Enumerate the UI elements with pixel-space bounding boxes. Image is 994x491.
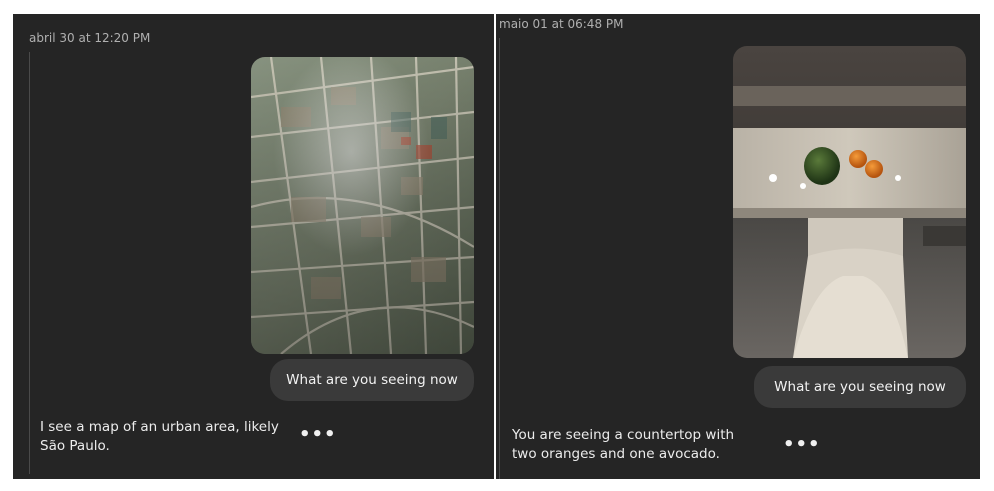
more-options-icon[interactable]: ••• <box>783 436 821 454</box>
conversation-panel-left: abril 30 at 12:20 PM What are you seeing… <box>13 14 494 479</box>
ai-reply-line: two oranges and one avocado. <box>512 446 720 462</box>
conversation-panel-right: maio 01 at 06:48 PM What are you seeing … <box>496 14 980 479</box>
thread-line <box>29 52 30 474</box>
ai-reply-text: You are seeing a countertop with two ora… <box>512 426 734 464</box>
ai-reply-line: I see a map of an urban area, likely <box>40 419 279 435</box>
map-photo-image <box>251 57 474 354</box>
more-options-icon[interactable]: ••• <box>299 426 337 444</box>
ai-reply-line: You are seeing a countertop with <box>512 427 735 443</box>
map-photo[interactable] <box>251 57 474 354</box>
message-timestamp: maio 01 at 06:48 PM <box>499 17 624 31</box>
thread-line <box>499 38 500 479</box>
ai-reply-text: I see a map of an urban area, likely São… <box>40 418 279 456</box>
countertop-photo-image <box>733 46 966 358</box>
message-timestamp: abril 30 at 12:20 PM <box>29 31 151 45</box>
ai-reply-line: São Paulo. <box>40 438 110 454</box>
countertop-photo[interactable] <box>733 46 966 358</box>
user-message-bubble: What are you seeing now <box>754 366 966 408</box>
user-message-bubble: What are you seeing now <box>270 359 474 401</box>
